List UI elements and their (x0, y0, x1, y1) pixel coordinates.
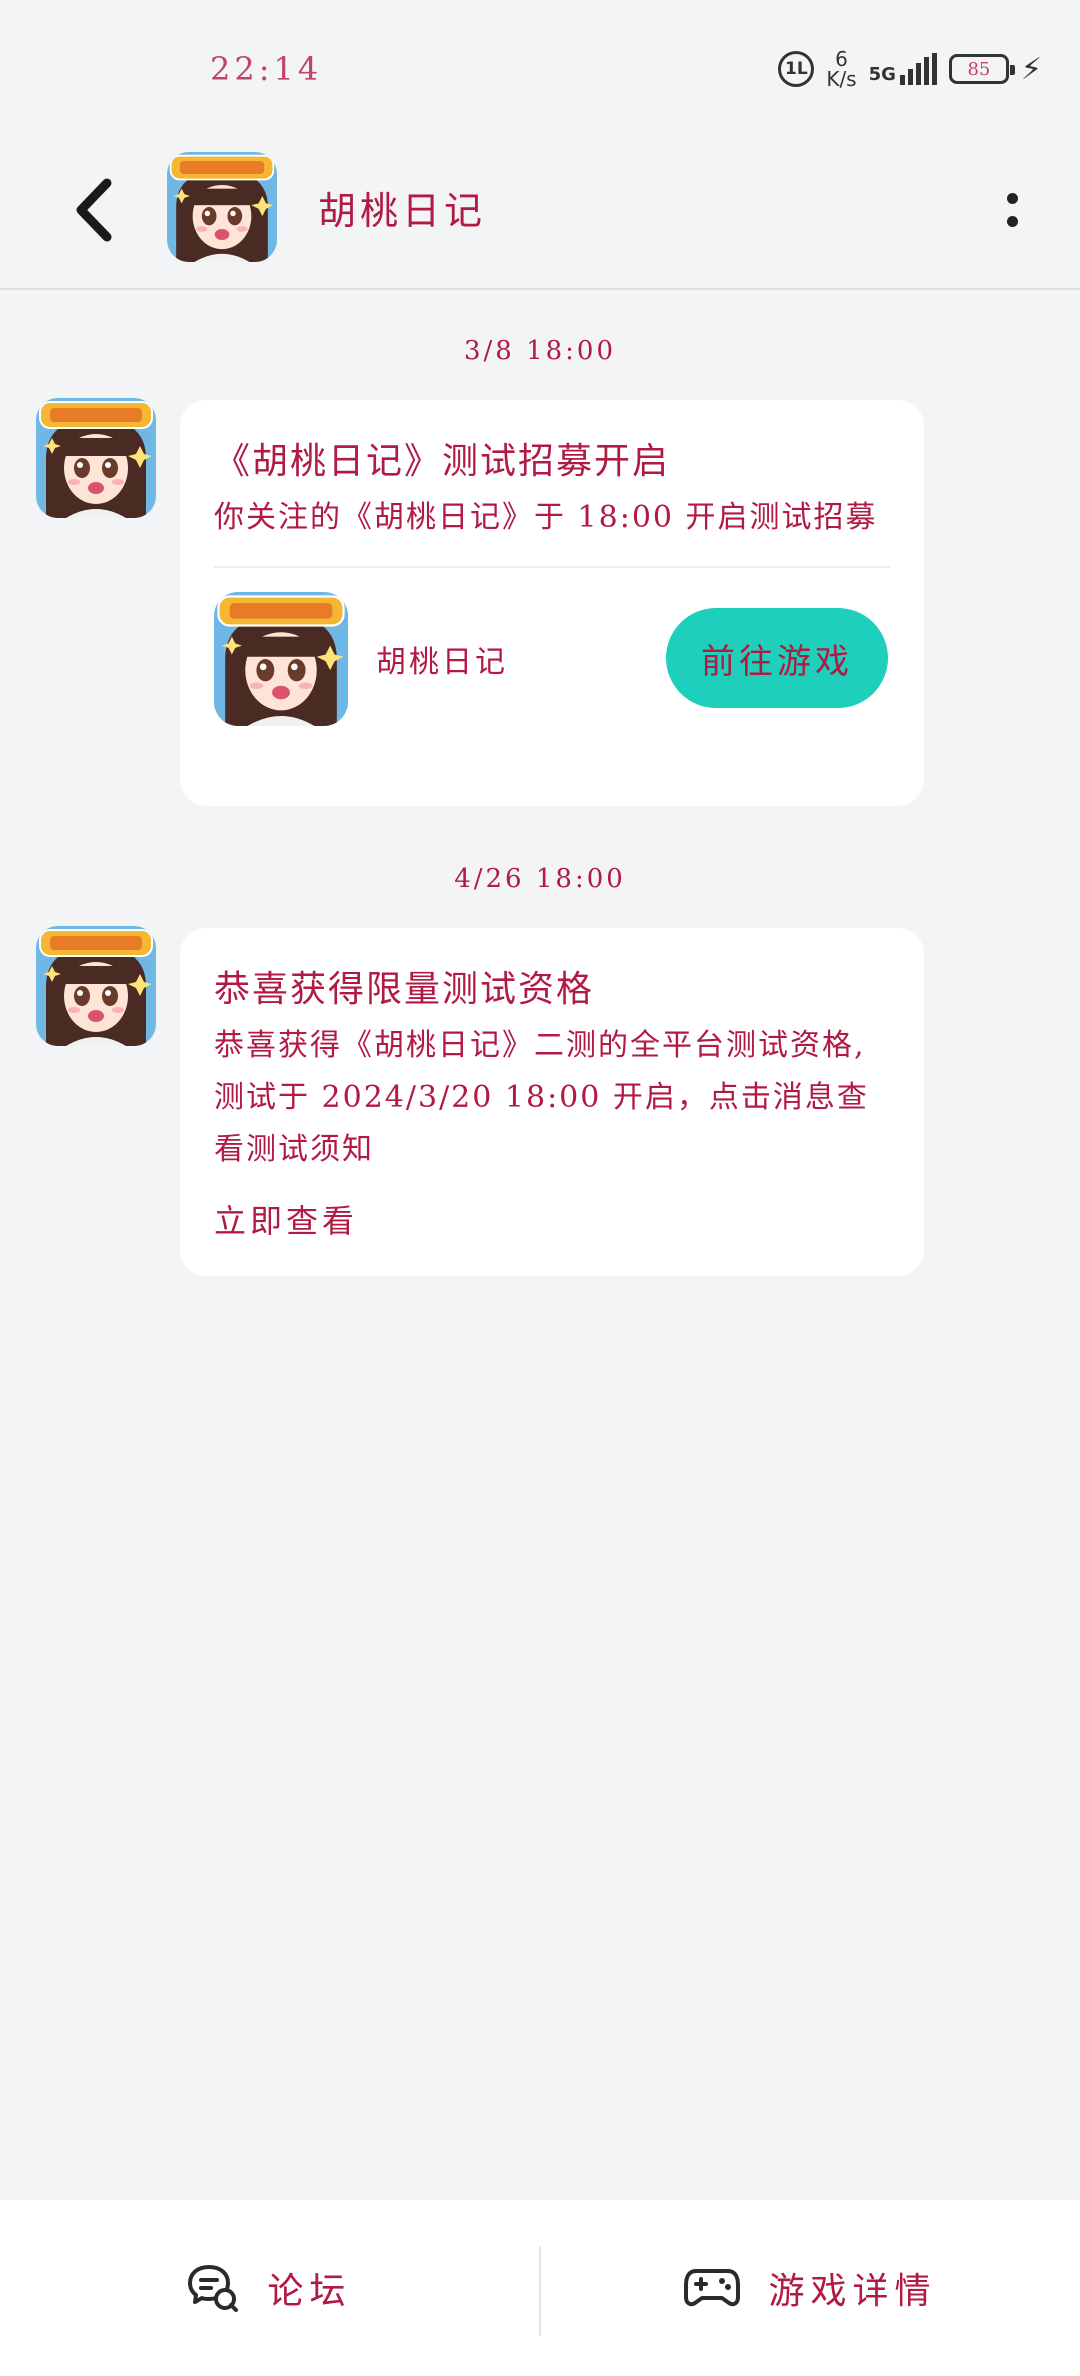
charging-icon: ⚡ (1020, 51, 1042, 87)
app-header: 胡桃日记 (0, 130, 1080, 290)
more-options-icon[interactable] (982, 170, 1042, 250)
network-speed-value: 6 (835, 47, 848, 71)
hd-call-icon: 1L (778, 51, 815, 87)
forum-chat-icon (188, 2265, 239, 2312)
message-timestamp: 4/26 18:00 (454, 864, 626, 894)
status-time: 22:14 (210, 50, 323, 88)
message-card[interactable]: 《胡桃日记》测试招募开启 你关注的《胡桃日记》于 18:00 开启测试招募 胡桃… (180, 400, 924, 806)
signal-bars-icon (899, 53, 937, 85)
message-card[interactable]: 恭喜获得限量测试资格 恭喜获得《胡桃日记》二测的全平台测试资格,测试于 2024… (180, 928, 924, 1276)
battery-icon: 85 (948, 54, 1015, 84)
view-now-link[interactable]: 立即查看 (214, 1196, 890, 1242)
forum-tab[interactable]: 论坛 (0, 2200, 539, 2376)
game-name: 胡桃日记 (376, 645, 508, 680)
message-body: 恭喜获得《胡桃日记》二测的全平台测试资格,测试于 2024/3/20 18:00… (214, 1028, 869, 1167)
sender-avatar[interactable] (36, 926, 156, 1046)
message-timestamp: 3/8 18:00 (463, 336, 617, 366)
message-title: 恭喜获得限量测试资格 (214, 969, 595, 1010)
forum-label: 论坛 (267, 2271, 352, 2312)
back-button[interactable] (58, 170, 128, 250)
game-icon (214, 592, 348, 726)
game-avatar[interactable] (167, 152, 277, 262)
game-entry[interactable]: 胡桃日记 前往游戏 (214, 592, 890, 726)
network-speed: 6 K/s (826, 49, 856, 89)
card-divider (214, 566, 890, 568)
message-body: 你关注的《胡桃日记》于 18:00 开启测试招募 (214, 500, 878, 535)
status-bar: 22:14 1L 6 K/s 5G 85 ⚡ (0, 0, 1080, 130)
page-title: 胡桃日记 (318, 189, 487, 233)
game-details-tab[interactable]: 游戏详情 (541, 2200, 1080, 2376)
network-type: 5G (868, 64, 896, 85)
network-speed-unit: K/s (826, 67, 857, 91)
sender-avatar[interactable] (36, 398, 156, 518)
game-details-label: 游戏详情 (768, 2271, 937, 2312)
message-title: 《胡桃日记》测试招募开启 (214, 441, 671, 482)
gamepad-icon (684, 2269, 741, 2307)
status-icons: 1L 6 K/s 5G 85 ⚡ (778, 44, 1042, 94)
signal-indicator: 5G (869, 53, 937, 85)
chevron-left-icon (76, 178, 112, 242)
bottom-nav: 论坛 游戏详情 (0, 2200, 1080, 2376)
go-to-game-button[interactable]: 前往游戏 (666, 608, 888, 708)
battery-level: 85 (967, 58, 991, 80)
